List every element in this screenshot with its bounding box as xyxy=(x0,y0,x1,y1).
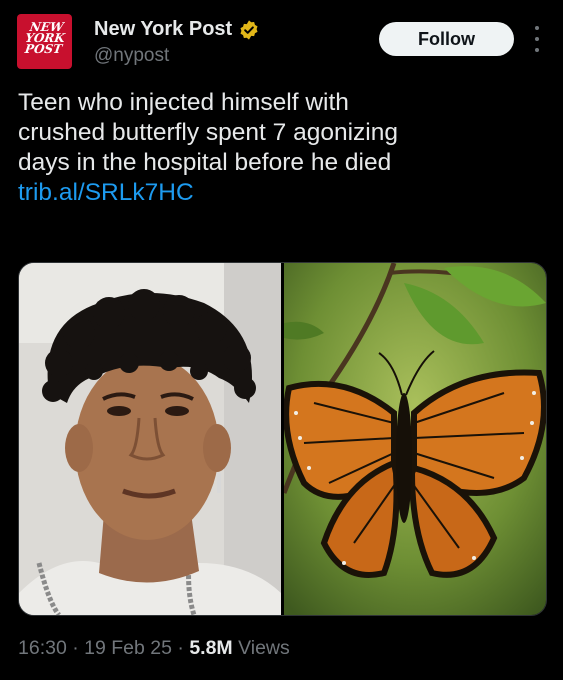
meta-separator: · xyxy=(66,637,85,659)
tweet-time[interactable]: 16:30 xyxy=(18,637,67,659)
butterfly-photo[interactable] xyxy=(284,263,546,615)
tweet-text: Teen who injected himself with crushed b… xyxy=(18,88,538,208)
account-name-row: New York Post xyxy=(94,18,260,41)
tweet-text-line: days in the hospital before he died xyxy=(18,149,392,176)
verified-badge-icon xyxy=(240,19,258,40)
teen-photo[interactable] xyxy=(19,263,281,615)
views-count: 5.8M xyxy=(189,637,233,659)
tweet-header: NEW YORK POST New York Post @nypost Foll… xyxy=(17,14,549,74)
meta-separator: · xyxy=(171,637,190,659)
tweet-link[interactable]: trib.al/SRLk7HC xyxy=(18,178,538,208)
tweet-text-line: Teen who injected himself with xyxy=(18,89,349,116)
tweet-media[interactable] xyxy=(18,262,547,616)
nypost-logo: NEW YORK POST xyxy=(19,20,72,56)
logo-line-3: POST xyxy=(23,42,64,56)
views-label: Views xyxy=(232,637,290,659)
follow-button[interactable]: Follow xyxy=(379,22,514,56)
more-options-icon[interactable] xyxy=(531,26,543,52)
tweet-meta: 16:30 · 19 Feb 25 · 5.8M Views xyxy=(18,637,290,660)
avatar[interactable]: NEW YORK POST xyxy=(17,14,72,69)
tweet-text-line: crushed butterfly spent 7 agonizing xyxy=(18,119,398,146)
account-name[interactable]: New York Post xyxy=(94,18,232,41)
account-handle[interactable]: @nypost xyxy=(94,45,169,67)
tweet-date[interactable]: 19 Feb 25 xyxy=(84,637,172,659)
